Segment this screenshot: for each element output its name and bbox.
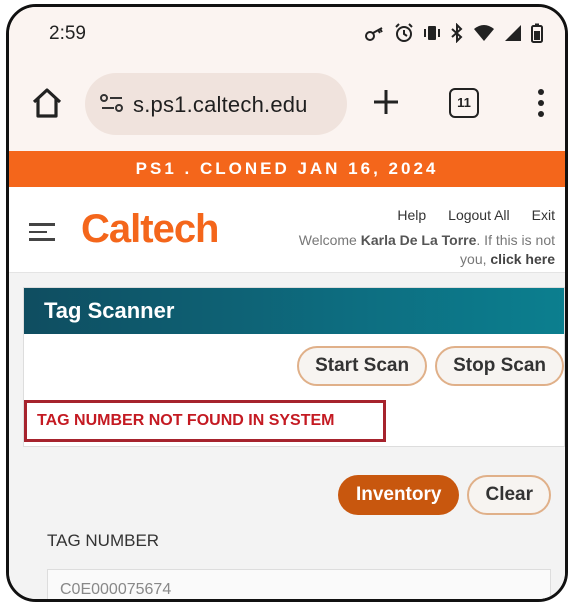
help-link[interactable]: Help <box>397 207 426 223</box>
status-icons <box>365 22 543 48</box>
stop-scan-button[interactable]: Stop Scan <box>435 346 564 386</box>
site-header: Caltech Help Logout All Exit Welcome Kar… <box>9 187 565 273</box>
browser-toolbar: s.ps1.caltech.edu 11 <box>9 63 565 151</box>
alarm-icon <box>394 23 414 48</box>
phone-frame: 2:59 s.ps1.caltech.edu 11 PS1 . CLONED J… <box>6 4 568 602</box>
more-vert-icon <box>538 89 544 117</box>
site-settings-icon[interactable] <box>99 91 125 115</box>
click-here-link[interactable]: click here <box>490 251 555 267</box>
welcome-prefix: Welcome <box>298 232 361 248</box>
logout-all-link[interactable]: Logout All <box>448 207 510 223</box>
error-message: TAG NUMBER NOT FOUND IN SYSTEM <box>24 400 386 442</box>
user-name: Karla De La Torre <box>360 232 477 248</box>
tag-number-input[interactable]: C0E000075674 <box>47 569 551 599</box>
clone-banner: PS1 . CLONED JAN 16, 2024 <box>9 151 565 187</box>
tag-scanner-card: Tag Scanner Start Scan Stop Scan TAG NUM… <box>23 287 565 447</box>
start-scan-button[interactable]: Start Scan <box>297 346 428 386</box>
scan-buttons: Start Scan Stop Scan <box>297 346 564 386</box>
wifi-icon <box>473 24 495 47</box>
new-tab-button[interactable] <box>371 87 401 117</box>
bluetooth-icon <box>450 22 464 48</box>
caltech-logo[interactable]: Caltech <box>81 207 219 252</box>
tag-scanner-title: Tag Scanner <box>24 288 564 334</box>
key-icon <box>365 26 385 46</box>
home-icon <box>32 88 62 118</box>
inventory-button[interactable]: Inventory <box>337 475 460 515</box>
tab-switcher-button[interactable]: 11 <box>449 88 479 118</box>
battery-icon <box>531 23 543 48</box>
browser-menu-button[interactable] <box>533 87 549 119</box>
status-time: 2:59 <box>49 23 86 44</box>
clear-button[interactable]: Clear <box>467 475 551 515</box>
vibrate-icon <box>423 24 441 47</box>
status-bar: 2:59 <box>9 7 565 63</box>
hamburger-menu-icon[interactable] <box>29 223 55 241</box>
plus-icon <box>374 90 398 114</box>
action-buttons: Inventory Clear <box>337 475 551 515</box>
url-text: s.ps1.caltech.edu <box>133 92 308 117</box>
page-body: Tag Scanner Start Scan Stop Scan TAG NUM… <box>9 273 565 599</box>
address-bar[interactable]: s.ps1.caltech.edu <box>85 73 347 135</box>
exit-link[interactable]: Exit <box>532 207 555 223</box>
signal-icon <box>504 24 522 47</box>
home-button[interactable] <box>29 85 65 121</box>
header-links: Help Logout All Exit <box>397 207 555 223</box>
welcome-message: Welcome Karla De La Torre. If this is no… <box>275 231 555 269</box>
tag-number-label: TAG NUMBER <box>47 531 160 550</box>
